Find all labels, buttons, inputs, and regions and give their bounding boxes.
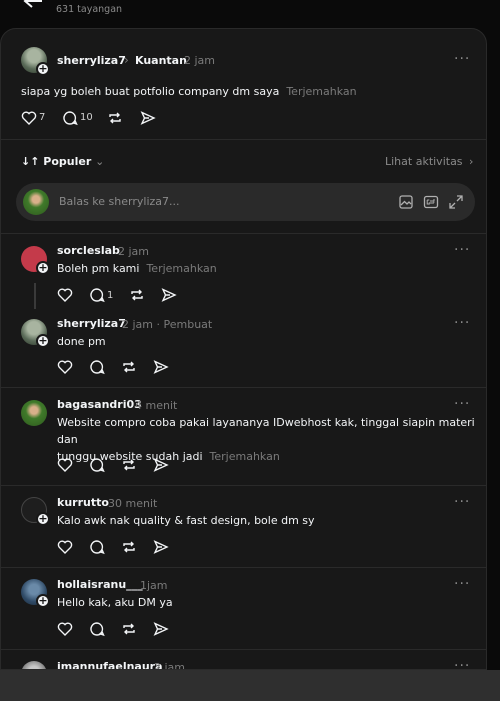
heart-icon[interactable]: [57, 539, 73, 555]
translate-link[interactable]: Terjemahkan: [146, 262, 216, 275]
repost-icon[interactable]: [121, 621, 137, 637]
reply-placeholder: Balas ke sherryliza7...: [59, 195, 180, 208]
follow-plus-icon[interactable]: +: [36, 261, 50, 275]
avatar[interactable]: [21, 400, 47, 426]
comment-count: 10: [80, 112, 93, 123]
comment-username[interactable]: bagasandri03: [57, 398, 142, 411]
comment-icon[interactable]: [89, 539, 105, 555]
comment-count: 1: [107, 290, 114, 301]
comment-icon[interactable]: [89, 621, 105, 637]
comment-username[interactable]: hollaisranu___: [57, 578, 143, 591]
follow-plus-icon[interactable]: +: [36, 594, 50, 608]
follow-plus-icon[interactable]: +: [36, 512, 50, 526]
divider: [1, 387, 486, 388]
comment-icon[interactable]: [62, 110, 78, 126]
options-circle-icon[interactable]: [452, 0, 470, 8]
heart-icon[interactable]: [57, 457, 73, 473]
comment-text: Hello kak, aku DM ya: [57, 596, 173, 609]
comment-username[interactable]: sherryliza7: [57, 317, 126, 330]
send-icon[interactable]: [153, 359, 169, 375]
image-icon[interactable]: [398, 194, 414, 210]
repost-icon[interactable]: [121, 457, 137, 473]
repost-icon[interactable]: [107, 110, 123, 126]
more-options-icon[interactable]: ···: [454, 315, 470, 331]
comment-username[interactable]: sorcleslab: [57, 244, 120, 257]
send-icon[interactable]: [161, 287, 177, 303]
send-icon[interactable]: [140, 110, 156, 126]
sort-label: ↓↑ Populer: [21, 155, 92, 168]
bottom-bar: [0, 670, 500, 701]
comment-time: 30 menit: [108, 497, 158, 510]
comment-body-line: tunggu website sudah jadi Terjemahkan: [57, 448, 477, 465]
comment-username[interactable]: imannufaelnaura: [57, 660, 163, 669]
top-bar: 631 tayangan: [0, 0, 500, 28]
heart-icon[interactable]: [21, 110, 37, 126]
comment-time: 2 jam: [154, 661, 186, 670]
comment-time: 4 menit: [135, 399, 178, 412]
comment-time: 2 jam · Pembuat: [122, 318, 213, 331]
expand-icon[interactable]: [448, 194, 464, 210]
community-name[interactable]: Kuantan: [135, 54, 187, 67]
divider: [1, 139, 486, 140]
chevron-right-icon: ›: [469, 155, 474, 168]
repost-icon[interactable]: [121, 539, 137, 555]
more-options-icon[interactable]: ···: [454, 51, 470, 67]
comment-time: 2 jam: [118, 245, 150, 258]
more-options-icon[interactable]: ···: [454, 494, 470, 510]
more-options-icon[interactable]: ···: [454, 242, 470, 258]
activity-label: Lihat aktivitas: [385, 155, 463, 168]
repost-icon[interactable]: [121, 359, 137, 375]
breadcrumb-separator: ›: [124, 53, 129, 67]
back-arrow-icon[interactable]: [22, 0, 44, 10]
comment-body-line: Website compro coba pakai layananya IDwe…: [57, 416, 475, 446]
like-count: 7: [39, 112, 46, 123]
post-text: siapa yg boleh buat potfolio company dm …: [21, 83, 357, 100]
view-activity-link[interactable]: Lihat aktivitas ›: [385, 155, 473, 168]
comment-text: Kalo awk nak quality & fast design, bole…: [57, 514, 315, 527]
comment-text: Website compro coba pakai layananya IDwe…: [57, 414, 477, 465]
avatar[interactable]: [21, 661, 47, 669]
thread-panel: + sherryliza7 › Kuantan 2 jam ··· siapa …: [0, 28, 487, 670]
post-body: siapa yg boleh buat potfolio company dm …: [21, 85, 280, 98]
more-options-icon[interactable]: ···: [454, 396, 470, 412]
more-options-icon[interactable]: ···: [454, 576, 470, 592]
divider: [1, 485, 486, 486]
heart-icon[interactable]: [57, 359, 73, 375]
more-options-icon[interactable]: ···: [454, 658, 470, 669]
send-icon[interactable]: [153, 621, 169, 637]
translate-link[interactable]: Terjemahkan: [210, 450, 280, 463]
sort-popular-button[interactable]: ↓↑ Populer ⌄: [21, 155, 104, 168]
repost-icon[interactable]: [129, 287, 145, 303]
post-time: 2 jam: [184, 54, 216, 67]
follow-plus-icon[interactable]: +: [36, 334, 50, 348]
comment-time: 1jam: [140, 579, 168, 592]
thread-line: [34, 283, 36, 309]
follow-plus-icon[interactable]: +: [36, 62, 50, 76]
comment-text: done pm: [57, 335, 106, 348]
divider: [1, 567, 486, 568]
send-icon[interactable]: [153, 457, 169, 473]
post-username[interactable]: sherryliza7: [57, 54, 126, 67]
heart-icon[interactable]: [57, 621, 73, 637]
comment-text: Boleh pm kami Terjemahkan: [57, 260, 217, 277]
reply-input[interactable]: Balas ke sherryliza7...: [16, 183, 475, 221]
avatar: [23, 189, 49, 215]
comment-icon[interactable]: [89, 457, 105, 473]
chevron-down-icon: ⌄: [95, 155, 105, 168]
gif-icon[interactable]: [423, 194, 439, 210]
comment-username[interactable]: kurrutto: [57, 496, 109, 509]
send-icon[interactable]: [153, 539, 169, 555]
translate-link[interactable]: Terjemahkan: [286, 85, 356, 98]
view-count: 631 tayangan: [56, 4, 123, 15]
heart-icon[interactable]: [57, 287, 73, 303]
divider: [1, 233, 486, 234]
comment-body: Boleh pm kami: [57, 262, 140, 275]
comment-icon[interactable]: [89, 359, 105, 375]
divider: [1, 649, 486, 650]
comment-icon[interactable]: [89, 287, 105, 303]
